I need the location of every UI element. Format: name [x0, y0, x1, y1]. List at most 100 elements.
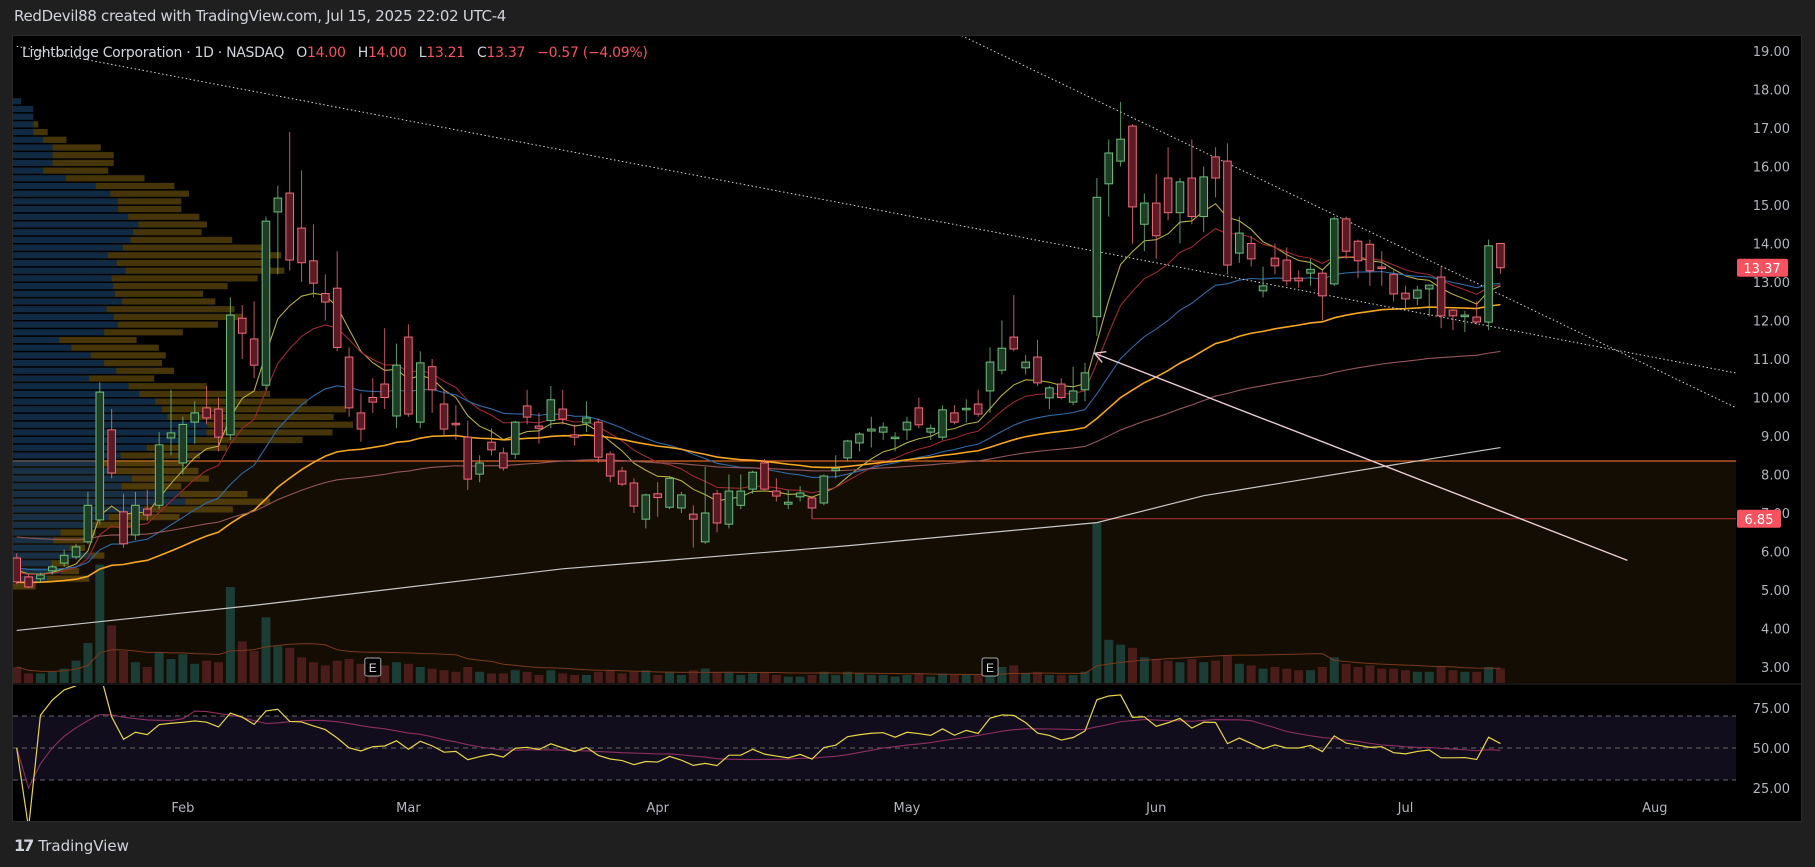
- volume-bar: [997, 667, 1007, 683]
- profile-row-down: [113, 283, 228, 290]
- profile-row-down: [113, 313, 243, 320]
- candle-body: [13, 557, 21, 583]
- rsi-band: [13, 716, 1736, 780]
- candle-body: [1365, 243, 1375, 272]
- volume-bar: [119, 651, 129, 683]
- profile-row-down: [194, 437, 303, 444]
- candle-body: [95, 391, 105, 521]
- candle-body: [451, 422, 461, 426]
- profile-row-up: [13, 244, 123, 251]
- volume-bar: [1389, 668, 1399, 683]
- candle-body: [950, 412, 959, 423]
- profile-row-up: [13, 105, 34, 113]
- volume-bar: [1056, 675, 1066, 683]
- profile-row-up: [13, 344, 72, 351]
- candle-body: [392, 364, 401, 417]
- candle-body: [71, 546, 81, 558]
- volume-bar: [273, 646, 283, 683]
- candle-body: [1175, 181, 1185, 214]
- candle-body: [712, 493, 722, 524]
- price-axis-label: 3.00: [1761, 661, 1790, 676]
- candle-body: [1496, 243, 1505, 269]
- profile-row-up: [13, 514, 109, 521]
- rsi-axis[interactable]: 75.00 50.00 25.00: [1753, 702, 1790, 797]
- symbol-legend[interactable]: Lightbridge Corporation · 1D · NASDAQ O 1…: [22, 45, 648, 61]
- profile-row-down: [110, 190, 190, 197]
- time-axis[interactable]: Feb Mar Apr May Jun Jul Aug: [171, 801, 1667, 816]
- candle-body: [1021, 361, 1030, 369]
- volume-bar: [1044, 675, 1054, 683]
- volume-bar: [1294, 670, 1304, 683]
- symbol-name[interactable]: Lightbridge Corporation · 1D · NASDAQ: [22, 45, 284, 61]
- candle-body: [427, 366, 437, 391]
- candle-body: [1140, 202, 1149, 225]
- profile-row-up: [13, 413, 168, 421]
- profile-row-up: [13, 306, 107, 313]
- volume-bar: [570, 675, 580, 683]
- earnings-marker-label: E: [986, 661, 994, 675]
- candle-body: [36, 574, 45, 580]
- price-axis-label: 19.00: [1753, 45, 1790, 60]
- high-value: 14.00: [368, 45, 407, 61]
- candle-body: [973, 403, 983, 415]
- volume-bar: [1306, 670, 1316, 683]
- profile-row-up: [13, 182, 96, 190]
- profile-row-down: [185, 498, 271, 505]
- profile-row-up: [13, 190, 111, 197]
- candle-body: [724, 490, 734, 525]
- candle-body: [273, 197, 283, 213]
- volume-bar: [1211, 660, 1221, 683]
- footer-brand[interactable]: 17 TradingView: [14, 836, 129, 855]
- volume-bar: [831, 675, 841, 683]
- volume-bar: [1092, 523, 1102, 683]
- volume-bar: [1436, 667, 1446, 683]
- candle-body: [332, 287, 342, 348]
- candle-body: [499, 452, 508, 469]
- candle-body: [819, 475, 829, 504]
- volume-bar: [605, 670, 615, 683]
- profile-row-down: [121, 483, 182, 490]
- profile-row-down: [131, 475, 209, 482]
- candle-body: [510, 421, 520, 455]
- candle-body: [142, 508, 152, 516]
- candle-body: [83, 504, 93, 543]
- profile-row-up: [13, 144, 53, 151]
- profile-row-up: [13, 313, 114, 320]
- profile-row-up: [13, 121, 34, 128]
- candle-body: [1235, 232, 1244, 254]
- volume-bar: [1424, 671, 1434, 683]
- candle-body: [783, 501, 793, 505]
- price-axis-label: 14.00: [1753, 238, 1790, 253]
- candle-body: [843, 440, 852, 459]
- volume-bar: [1104, 639, 1114, 683]
- rsi-pane: [13, 686, 1736, 821]
- candle-body: [1199, 176, 1209, 218]
- time-axis-label: Jul: [1397, 801, 1414, 816]
- profile-row-down: [95, 182, 175, 190]
- candle-body: [594, 421, 603, 458]
- profile-row-down: [107, 252, 282, 259]
- candle-body: [1211, 156, 1220, 179]
- candle-body: [1353, 240, 1363, 262]
- volume-bar: [653, 675, 663, 683]
- profile-row-up: [13, 521, 95, 528]
- candle-body: [1104, 152, 1114, 185]
- candle-body: [1116, 138, 1125, 162]
- time-axis-label: Apr: [646, 801, 669, 816]
- profile-row-down: [132, 229, 202, 236]
- volume-bar: [593, 671, 603, 683]
- volume-bar: [190, 663, 200, 683]
- candle-body: [1045, 387, 1054, 399]
- candle-body: [309, 260, 318, 284]
- profile-row-down: [161, 406, 347, 413]
- price-chart[interactable]: E E 19.00 18.00 17.00 16.00 15.00 14.00 13.00 12…: [0, 0, 1815, 867]
- open-label: O: [296, 45, 308, 61]
- candle-body: [760, 462, 769, 490]
- candle-body: [1056, 383, 1066, 398]
- candle-body: [415, 362, 425, 423]
- candle-body: [962, 407, 971, 411]
- volume-bar: [1222, 655, 1232, 683]
- volume-bar: [1187, 659, 1197, 683]
- volume-bar: [1472, 671, 1482, 683]
- price-axis[interactable]: 19.00 18.00 17.00 16.00 15.00 14.00 13.00 12.00…: [1753, 45, 1790, 676]
